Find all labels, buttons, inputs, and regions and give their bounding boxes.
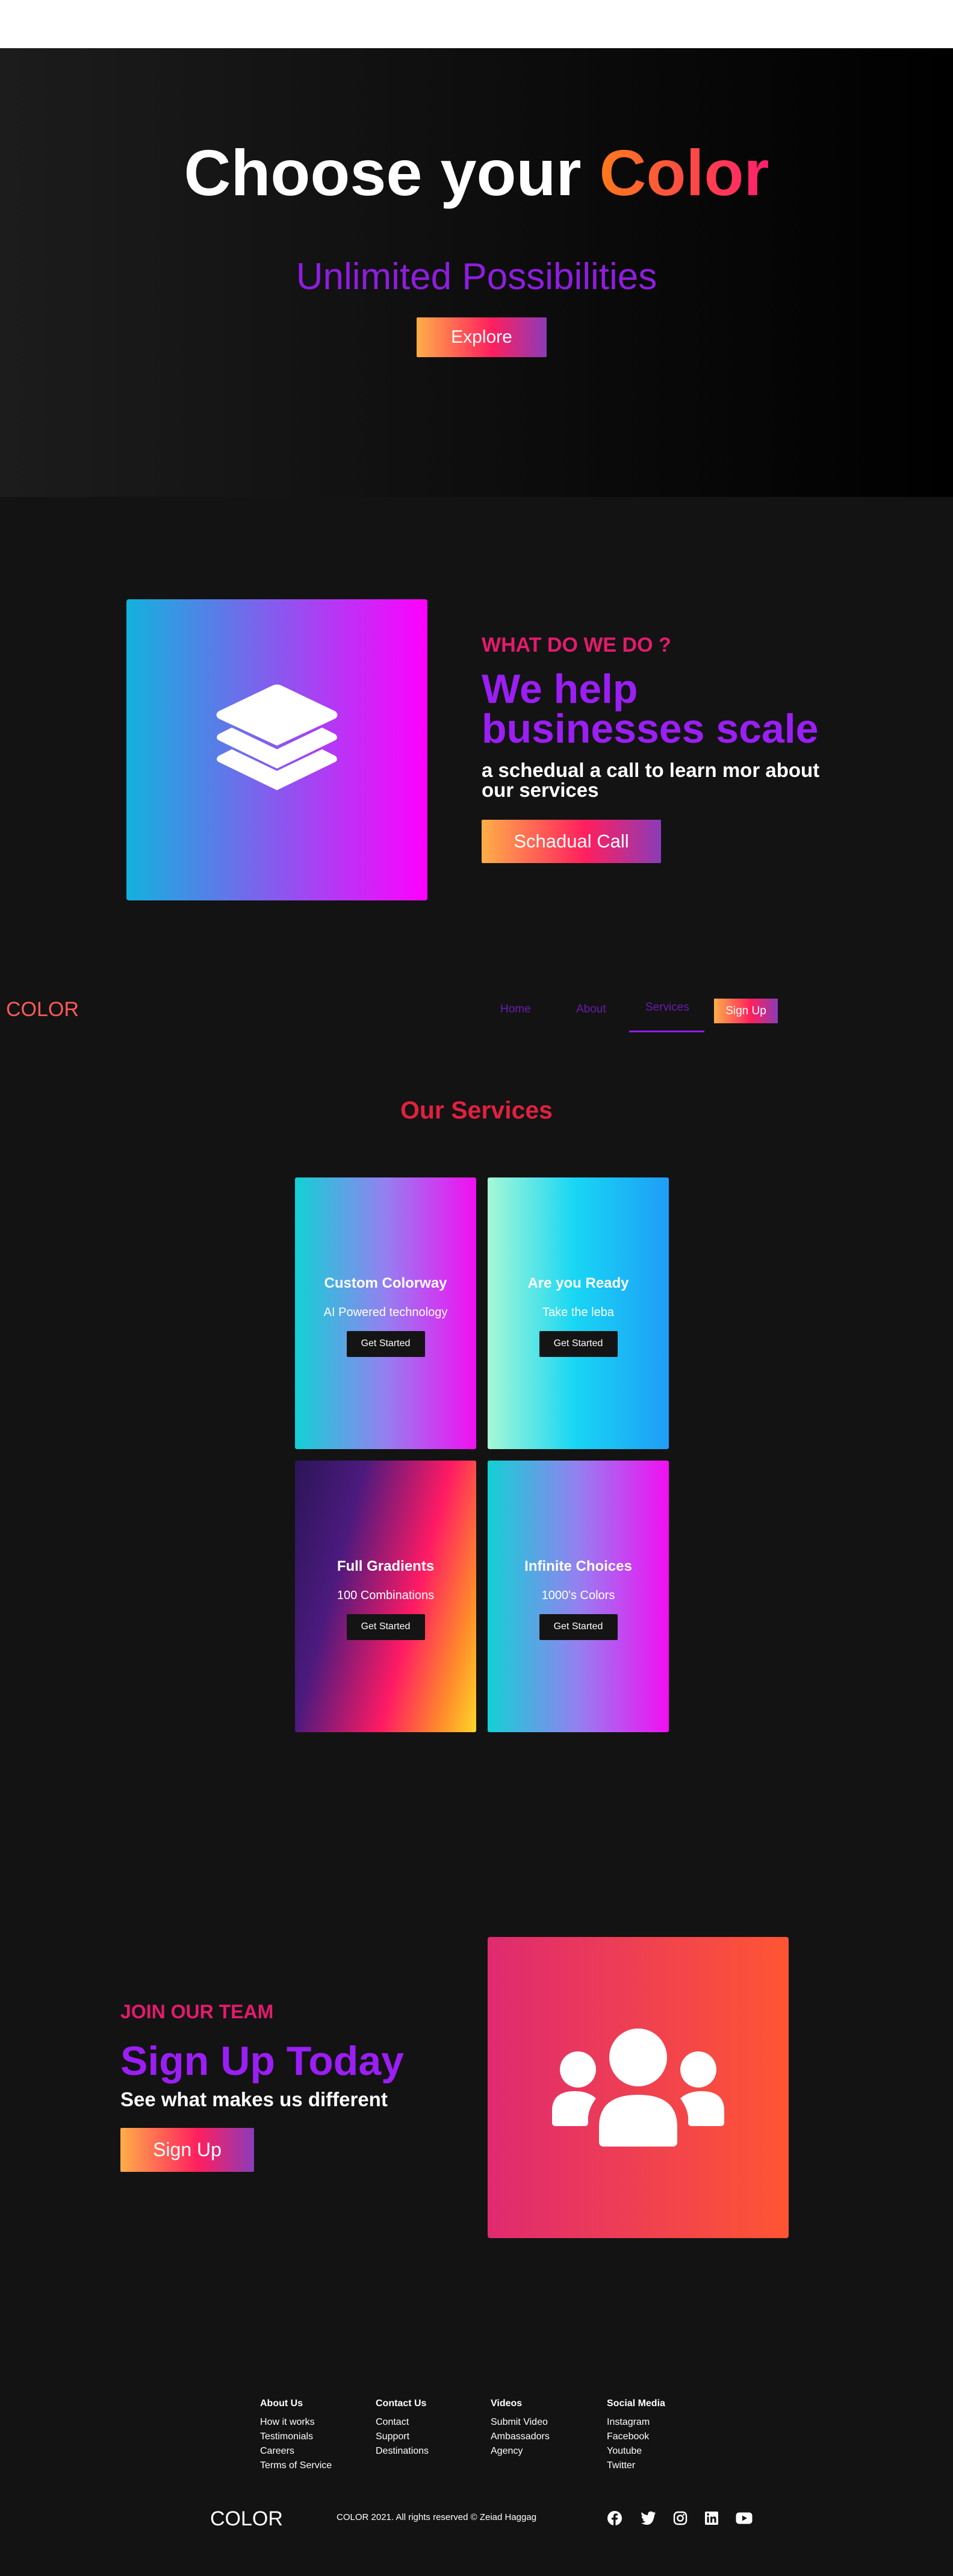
footer-link[interactable]: Terms of Service — [260, 2459, 368, 2473]
footer-column-title: Social Media — [607, 2398, 665, 2409]
footer-link[interactable]: Contact — [376, 2415, 484, 2430]
users-icon — [552, 2029, 724, 2147]
hero-subtitle: Unlimited Possibilities — [296, 256, 657, 298]
join-signup-button[interactable]: Sign Up — [120, 2128, 254, 2172]
get-started-button[interactable]: Get Started — [346, 1330, 425, 1357]
footer-logo[interactable]: COLOR — [210, 2507, 283, 2531]
service-card-title: Full Gradients — [337, 1558, 435, 1574]
get-started-button[interactable]: Get Started — [539, 1330, 618, 1357]
what-we-do-title: We help businesses scale — [482, 666, 819, 752]
schedule-call-button[interactable]: Schadual Call — [482, 820, 661, 863]
get-started-button[interactable]: Get Started — [539, 1614, 618, 1640]
footer-column-social: Social Media Instagram Facebook Youtube … — [607, 2398, 715, 2473]
footer-column-contact: Contact Us Contact Support Destinations — [376, 2398, 484, 2459]
footer-link[interactable]: Twitter — [607, 2459, 715, 2473]
get-started-button[interactable]: Get Started — [346, 1614, 425, 1640]
services-title: Our Services — [400, 1096, 553, 1124]
hero-title-text: Choose your — [184, 136, 600, 209]
nav-link-about[interactable]: About — [576, 1003, 606, 1016]
footer-link[interactable]: Support — [376, 2430, 484, 2444]
linkedin-icon[interactable] — [703, 2510, 720, 2527]
footer-link[interactable]: Facebook — [607, 2430, 715, 2444]
what-we-do-label: WHAT DO WE DO ? — [482, 634, 671, 656]
service-card-subtitle: 100 Combinations — [337, 1588, 435, 1602]
service-card-subtitle: Take the leba — [542, 1305, 614, 1319]
footer-copyright: COLOR 2021. All rights reserved © Zeiad … — [337, 2512, 537, 2522]
footer-link[interactable]: Agency — [491, 2444, 599, 2459]
footer-column-title: Contact Us — [376, 2398, 427, 2409]
footer-link[interactable]: Destinations — [376, 2444, 484, 2459]
youtube-icon[interactable] — [736, 2510, 753, 2527]
service-card-title: Are you Ready — [527, 1274, 629, 1291]
explore-button[interactable]: Explore — [417, 317, 547, 357]
footer-link[interactable]: Careers — [260, 2444, 368, 2459]
hero-title: Choose your Color — [0, 134, 953, 212]
twitter-icon[interactable] — [640, 2510, 657, 2527]
footer-column-videos: Videos Submit Video Ambassadors Agency — [491, 2398, 599, 2459]
service-card: Infinite Choices 1000's Colors Get Start… — [488, 1461, 669, 1732]
footer-link[interactable]: Instagram — [607, 2415, 715, 2430]
instagram-icon[interactable] — [672, 2510, 689, 2527]
footer-link[interactable]: Testimonials — [260, 2430, 368, 2444]
service-card-title: Custom Colorway — [324, 1274, 447, 1291]
nav-logo[interactable]: COLOR — [6, 998, 79, 1021]
footer-link[interactable]: Ambassadors — [491, 2430, 599, 2444]
footer-link[interactable]: Youtube — [607, 2444, 715, 2459]
service-card: Custom Colorway AI Powered technology Ge… — [295, 1177, 476, 1449]
service-card: Are you Ready Take the leba Get Started — [488, 1177, 669, 1449]
team-image — [488, 1937, 789, 2238]
nav-active-underline — [629, 1031, 704, 1032]
nav-signup-button[interactable]: Sign Up — [714, 999, 778, 1023]
join-description: See what makes us different — [120, 2088, 388, 2110]
footer-column-title: Videos — [491, 2398, 523, 2409]
nav-link-services[interactable]: Services — [645, 1001, 689, 1014]
footer-link[interactable]: Submit Video — [491, 2415, 599, 2430]
service-card: Full Gradients 100 Combinations Get Star… — [295, 1461, 476, 1732]
footer-column-about: About Us How it works Testimonials Caree… — [260, 2398, 368, 2473]
nav-link-home[interactable]: Home — [500, 1003, 531, 1016]
service-card-subtitle: 1000's Colors — [541, 1588, 615, 1602]
join-team-label: JOIN OUR TEAM — [120, 2001, 274, 2022]
services-image — [126, 599, 427, 900]
layers-icon — [216, 684, 338, 790]
service-card-title: Infinite Choices — [524, 1558, 632, 1574]
facebook-icon[interactable] — [606, 2510, 623, 2527]
hero-title-accent: Color — [599, 136, 769, 209]
join-title: Sign Up Today — [120, 2038, 404, 2084]
service-card-subtitle: AI Powered technology — [323, 1305, 448, 1319]
what-we-do-description: a schedual a call to learn mor about our… — [482, 759, 820, 801]
top-blank-strip — [0, 0, 953, 48]
footer-column-title: About Us — [260, 2398, 303, 2409]
footer-link[interactable]: How it works — [260, 2415, 368, 2430]
